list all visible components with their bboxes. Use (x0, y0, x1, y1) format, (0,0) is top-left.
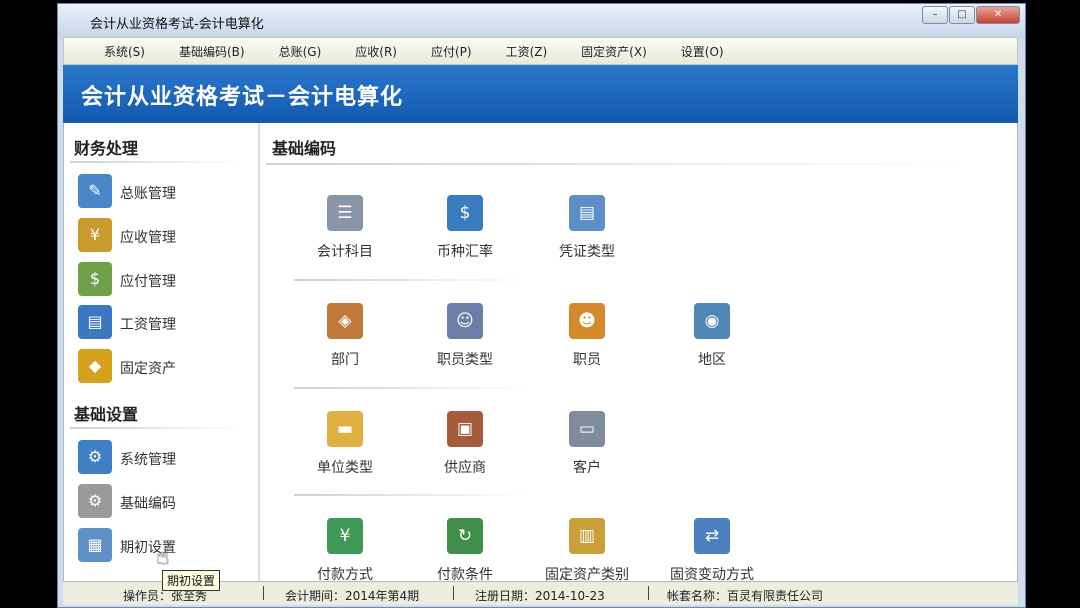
sidebar-item-label: 应收管理 (120, 230, 176, 246)
menu-general-ledger[interactable]: 总账(G) (262, 43, 339, 60)
menu-settings[interactable]: 设置(O) (664, 43, 741, 60)
finance-section-title: 财务处理 (74, 139, 139, 158)
item-label: 单位类型 (317, 460, 373, 476)
item-account-subject[interactable]: ☰ 会计科目 (290, 195, 400, 275)
sidebar-item-payable[interactable]: $ 应付管理 (78, 261, 248, 299)
item-label: 地区 (698, 352, 726, 368)
menu-fixed-assets[interactable]: 固定资产(X) (564, 43, 664, 60)
header-banner: 会计从业资格考试－会计电算化 (63, 65, 1018, 123)
group-divider (294, 387, 530, 389)
item-label: 职员 (573, 352, 601, 368)
main-divider (266, 163, 966, 165)
customer-card-icon: ▭ (569, 411, 605, 447)
sidebar-item-label: 工资管理 (120, 317, 176, 333)
status-reg-date: 注册日期：2014-10-23 (475, 589, 605, 603)
sidebar-item-system[interactable]: ⚙ 系统管理 (78, 439, 248, 477)
menu-payroll[interactable]: 工资(Z) (489, 43, 565, 60)
menu-payable[interactable]: 应付(P) (414, 43, 489, 60)
item-label: 会计科目 (317, 244, 373, 260)
sidebar-item-basic-coding[interactable]: ⚙ 基础编码 (78, 483, 248, 521)
payable-money-icon: $ (78, 262, 112, 296)
main-pane: 基础编码 ☰ 会计科目 $ 币种汇率 ▤ 凭证类型 ◈ 部门 ☺ 职员类型 ☻ … (260, 123, 1017, 583)
unit-type-icon: ▬ (327, 411, 363, 447)
sidebar-item-label: 总账管理 (120, 186, 176, 202)
item-unit-type[interactable]: ▬ 单位类型 (290, 411, 400, 491)
item-customer[interactable]: ▭ 客户 (532, 411, 642, 491)
system-gears-icon: ⚙ (78, 440, 112, 474)
status-company: 帐套名称：百灵有限责任公司 (667, 589, 824, 603)
menu-system[interactable]: 系统(S) (64, 43, 162, 60)
supplier-icon: ▣ (447, 411, 483, 447)
asset-category-icon: ▥ (569, 518, 605, 554)
asset-change-icon: ⇄ (694, 518, 730, 554)
payroll-icon: ▤ (78, 305, 112, 339)
voucher-type-icon: ▤ (569, 195, 605, 231)
basic-gear-icon: ⚙ (78, 484, 112, 518)
menu-basic-coding[interactable]: 基础编码(B) (162, 43, 262, 60)
payment-terms-icon: ↻ (447, 518, 483, 554)
item-currency-rate[interactable]: $ 币种汇率 (410, 195, 520, 275)
item-staff-type[interactable]: ☺ 职员类型 (410, 303, 520, 383)
section-divider (70, 427, 242, 429)
item-region[interactable]: ◉ 地区 (657, 303, 767, 383)
item-supplier[interactable]: ▣ 供应商 (410, 411, 520, 491)
employee-icon: ☻ (569, 303, 605, 339)
status-separator (263, 586, 264, 600)
sidebar: 财务处理 ✎ 总账管理 ¥ 应收管理 $ 应付管理 ▤ 工资管理 ◆ 固定资产 (64, 123, 260, 581)
group-divider (294, 279, 530, 281)
tooltip: 期初设置 (162, 570, 221, 591)
item-label: 部门 (331, 352, 359, 368)
status-period: 会计期间：2014年第4期 (285, 589, 420, 603)
item-label: 职员类型 (437, 352, 493, 368)
sidebar-item-ledger[interactable]: ✎ 总账管理 (78, 173, 248, 211)
calendar-grid-icon: ▦ (78, 528, 112, 562)
fixed-asset-bag-icon: ◆ (78, 349, 112, 383)
content-area: 财务处理 ✎ 总账管理 ¥ 应收管理 $ 应付管理 ▤ 工资管理 ◆ 固定资产 (63, 123, 1018, 583)
menu-bar: 系统(S) 基础编码(B) 总账(G) 应收(R) 应付(P) 工资(Z) 固定… (63, 37, 1018, 65)
basic-section-title: 基础设置 (74, 405, 139, 424)
section-divider (70, 161, 242, 163)
menu-receivable[interactable]: 应收(R) (338, 43, 414, 60)
sidebar-item-payroll[interactable]: ▤ 工资管理 (78, 304, 248, 342)
item-employee[interactable]: ☻ 职员 (532, 303, 642, 383)
status-separator (648, 586, 649, 600)
sidebar-item-label: 应付管理 (120, 274, 176, 290)
item-label: 客户 (573, 460, 601, 476)
region-globe-icon: ◉ (694, 303, 730, 339)
group-divider (294, 494, 530, 496)
item-department[interactable]: ◈ 部门 (290, 303, 400, 383)
currency-rate-icon: $ (447, 195, 483, 231)
account-tree-icon: ☰ (327, 195, 363, 231)
department-icon: ◈ (327, 303, 363, 339)
main-title: 基础编码 (272, 139, 337, 158)
item-label: 凭证类型 (559, 244, 615, 260)
item-label: 币种汇率 (437, 244, 493, 260)
receivable-money-icon: ¥ (78, 218, 112, 252)
sidebar-item-label: 固定资产 (120, 361, 176, 377)
staff-type-icon: ☺ (447, 303, 483, 339)
status-separator (453, 586, 454, 600)
ledger-book-icon: ✎ (78, 174, 112, 208)
item-label: 供应商 (444, 460, 486, 476)
banner-title: 会计从业资格考试－会计电算化 (81, 85, 404, 110)
sidebar-item-receivable[interactable]: ¥ 应收管理 (78, 217, 248, 255)
sidebar-item-label: 系统管理 (120, 452, 176, 468)
sidebar-item-fixed-assets[interactable]: ◆ 固定资产 (78, 348, 248, 386)
payment-method-icon: ¥ (327, 518, 363, 554)
hand-cursor-icon: ☝ (156, 545, 170, 570)
item-voucher-type[interactable]: ▤ 凭证类型 (532, 195, 642, 275)
sidebar-item-label: 基础编码 (120, 496, 176, 512)
